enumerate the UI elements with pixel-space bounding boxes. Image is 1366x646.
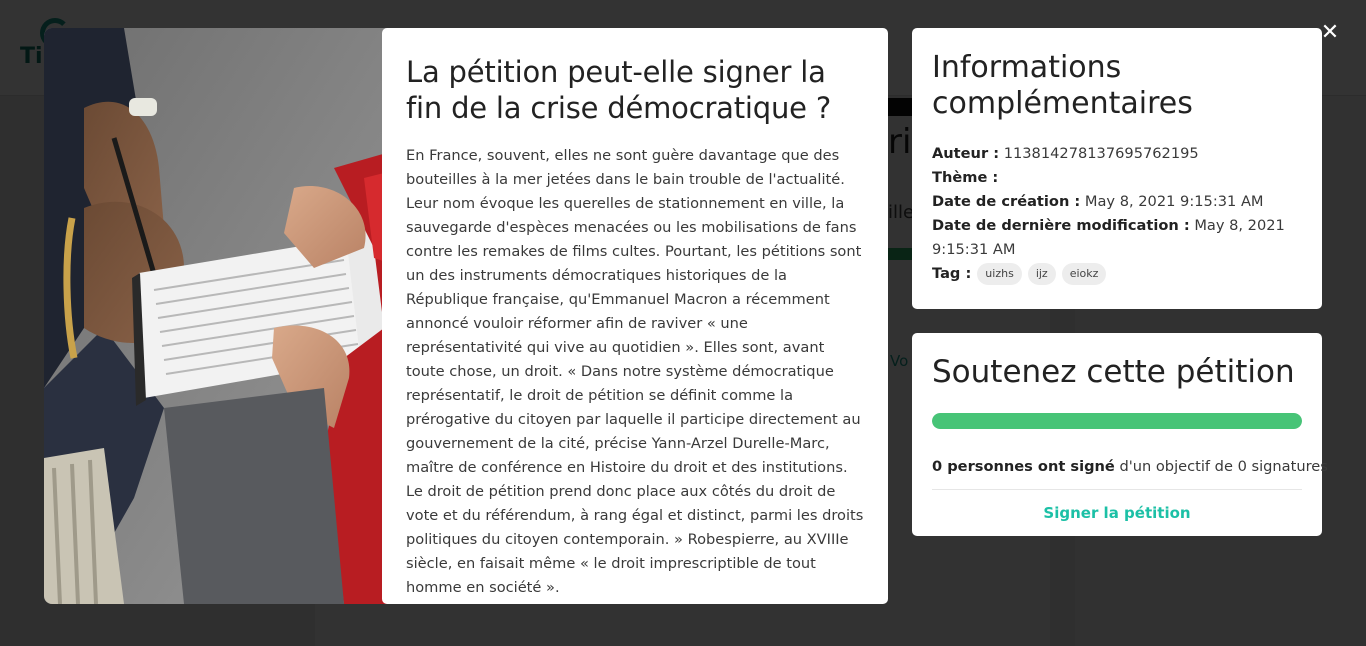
info-title: Informations complémentaires xyxy=(932,50,1193,121)
author-row: Auteur : 113814278137695762195 xyxy=(932,142,1302,166)
modified-row: Date de dernière modification : May 8, 2… xyxy=(932,214,1302,262)
signature-count-bold: 0 personnes ont signé xyxy=(932,458,1115,475)
info-list: Auteur : 113814278137695762195 Thème : D… xyxy=(932,142,1302,286)
theme-row: Thème : xyxy=(932,166,1302,190)
support-card: Soutenez cette pétition 0 personnes ont … xyxy=(912,333,1328,536)
tag-chip[interactable]: eiokz xyxy=(1061,263,1107,285)
created-row: Date de création : May 8, 2021 9:15:31 A… xyxy=(932,190,1302,214)
sign-petition-button[interactable]: Signer la pétition xyxy=(932,504,1302,522)
info-card: Informations complémentaires Auteur : 11… xyxy=(912,28,1322,309)
author-value: 113814278137695762195 xyxy=(1003,145,1199,162)
article-body: En France, souvent, elles ne sont guère … xyxy=(406,147,864,596)
support-title: Soutenez cette pétition xyxy=(932,354,1295,390)
divider xyxy=(932,489,1302,490)
signature-count-rest: d'un objectif de 0 signatures xyxy=(1119,458,1328,475)
tag-row: Tag : uizhs ijz eiokz xyxy=(932,262,1302,286)
petition-photo-illustration xyxy=(44,28,404,604)
petition-photo xyxy=(44,28,404,604)
created-label: Date de création : xyxy=(932,193,1081,210)
author-label: Auteur : xyxy=(932,145,1000,162)
tag-chip[interactable]: uizhs xyxy=(977,263,1022,285)
tag-chip[interactable]: ijz xyxy=(1027,263,1056,285)
created-value: May 8, 2021 9:15:31 AM xyxy=(1084,193,1264,210)
tag-label: Tag : xyxy=(932,265,972,282)
signature-count: 0 personnes ont signé d'un objectif de 0… xyxy=(932,457,1328,477)
signature-progress-fill xyxy=(932,413,1302,429)
article-title: La pétition peut-elle signer la fin de l… xyxy=(406,55,832,125)
signature-progress-bar xyxy=(932,413,1302,429)
theme-label: Thème : xyxy=(932,169,999,186)
article-card: La pétition peut-elle signer la fin de l… xyxy=(382,28,888,604)
modified-label: Date de dernière modification : xyxy=(932,217,1190,234)
